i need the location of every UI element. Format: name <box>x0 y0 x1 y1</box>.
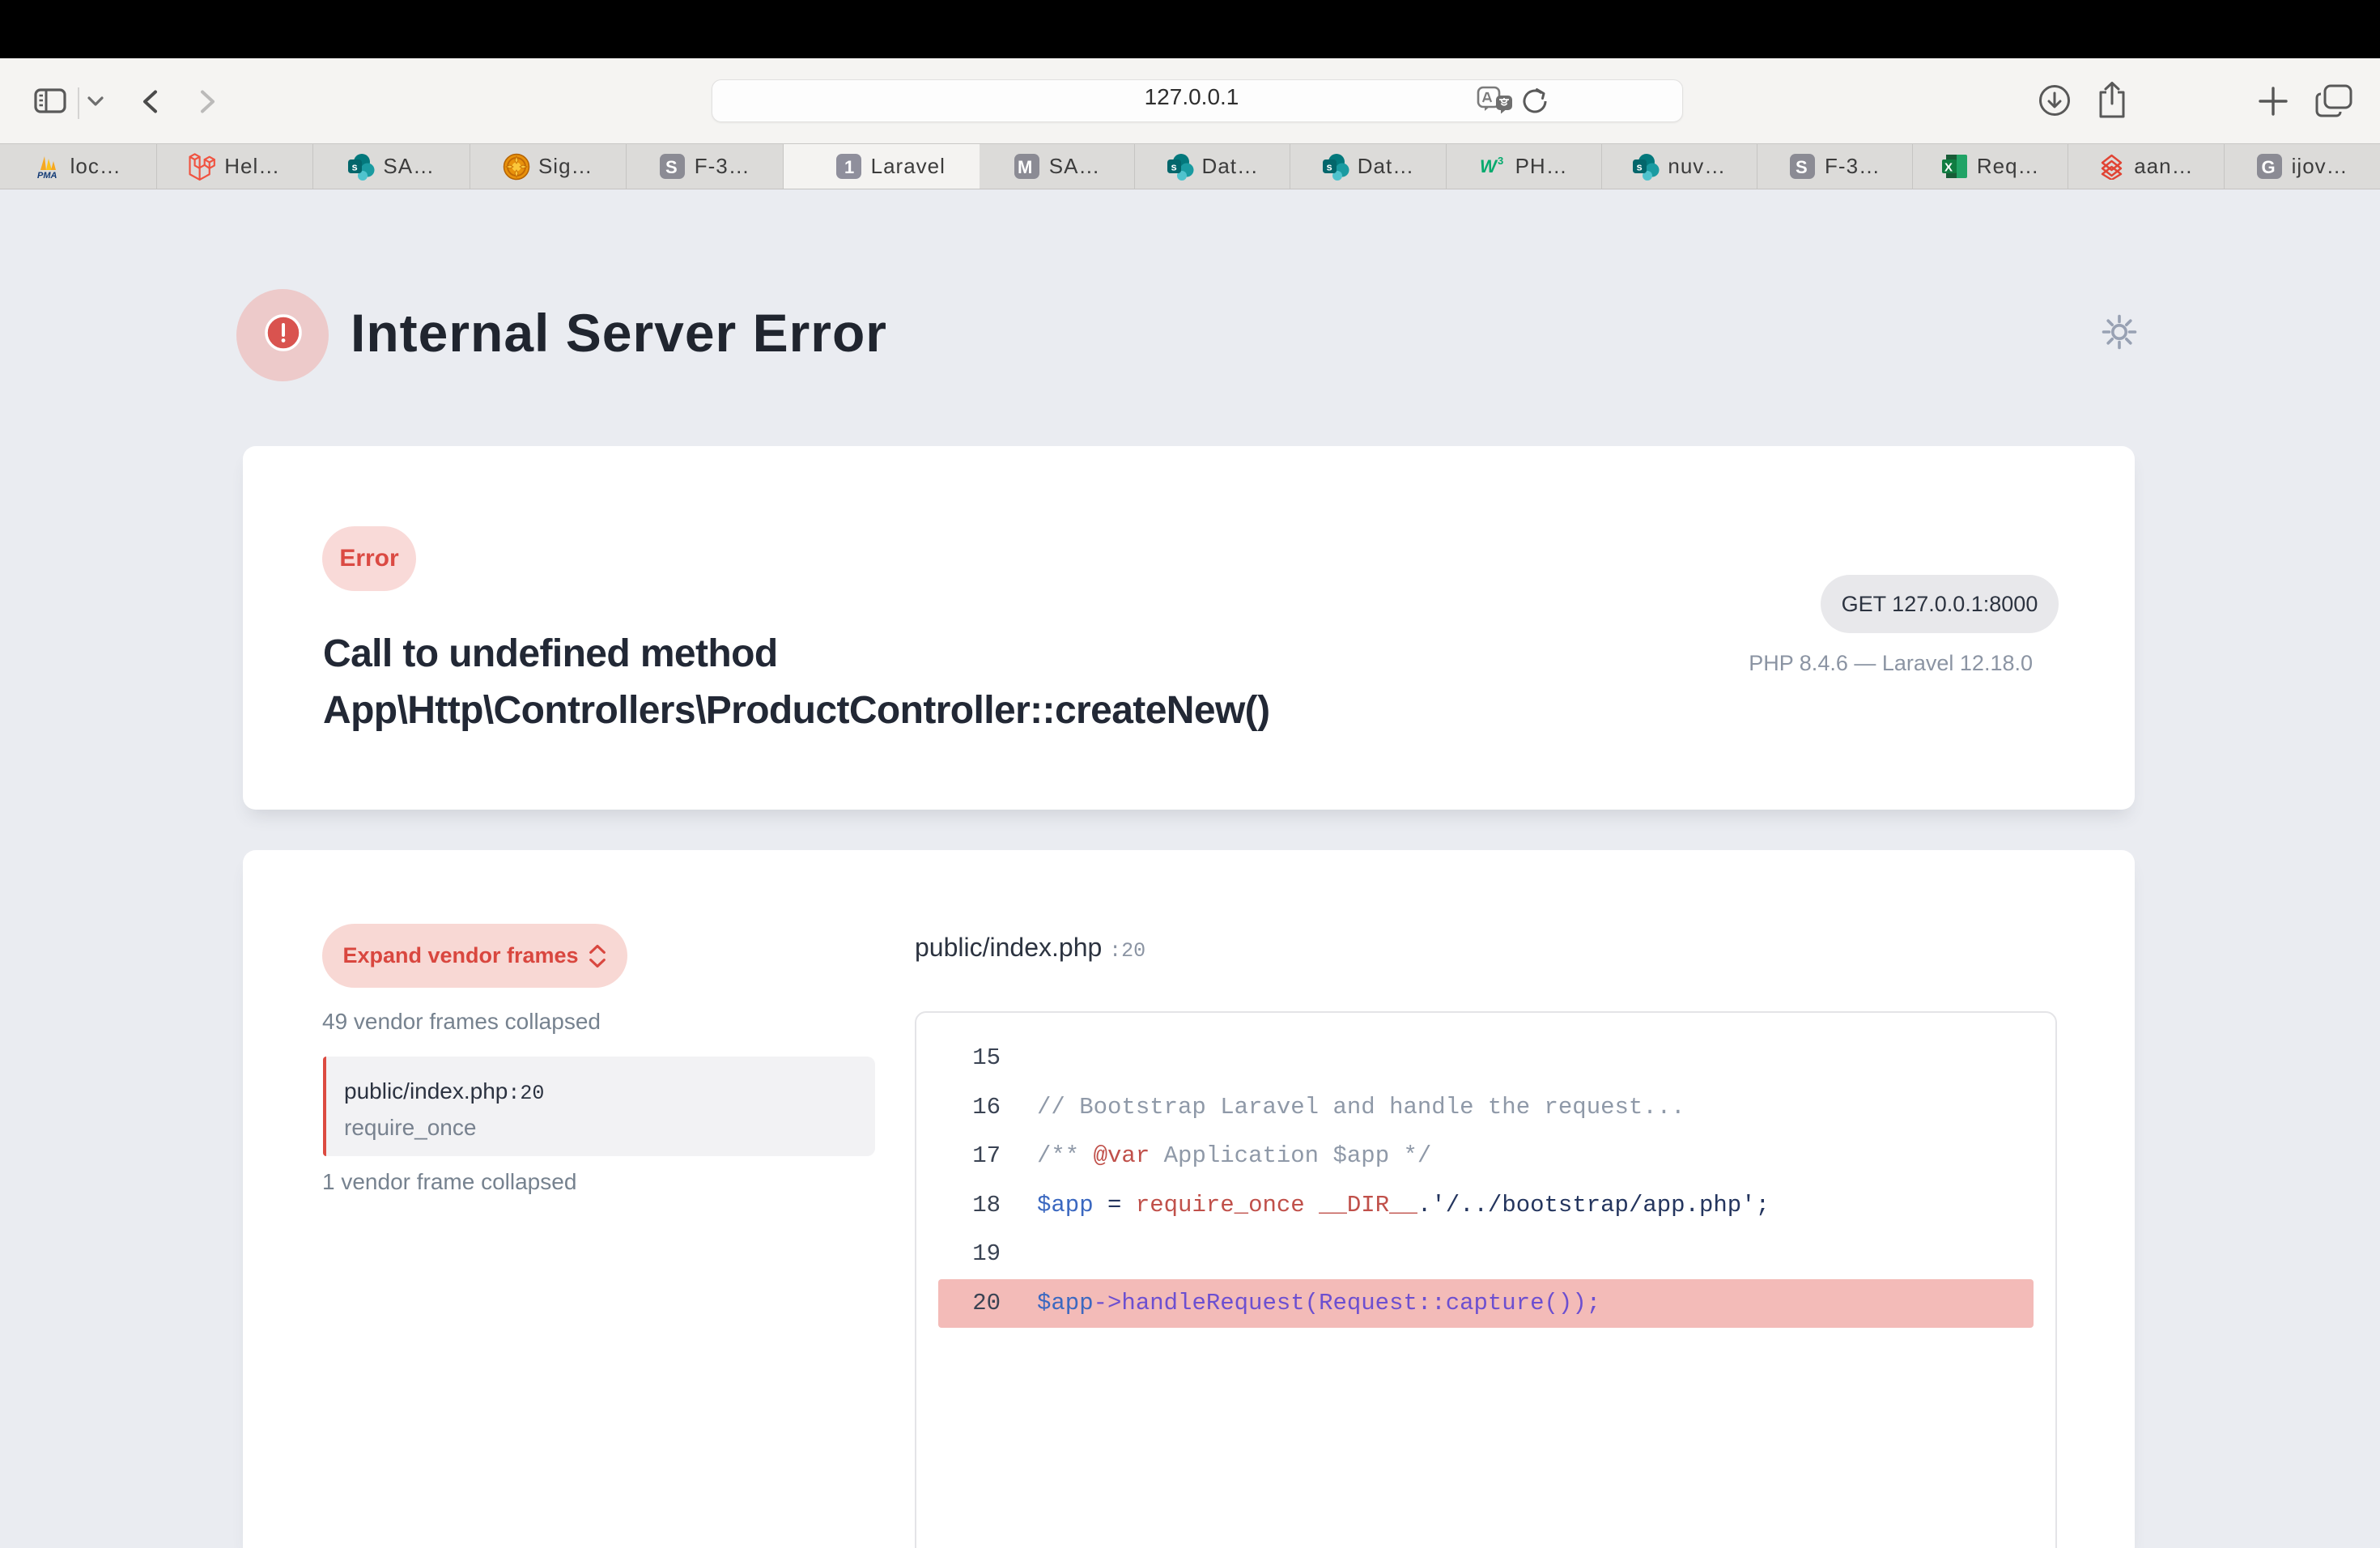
svg-text:W: W <box>1480 156 1498 176</box>
svg-text:S: S <box>665 157 678 177</box>
svg-text:1: 1 <box>844 157 854 177</box>
svg-text:M: M <box>1018 157 1032 177</box>
svg-text:S: S <box>1796 157 1808 177</box>
svg-text:s: s <box>1171 161 1176 173</box>
svg-text:PMA: PMA <box>37 171 57 180</box>
svg-text:X: X <box>1944 161 1953 175</box>
svg-text:s: s <box>1326 161 1332 173</box>
svg-text:s: s <box>352 161 358 173</box>
svg-text:s: s <box>1637 161 1643 173</box>
svg-text:G: G <box>2261 157 2275 177</box>
svg-text:3: 3 <box>1498 155 1503 167</box>
